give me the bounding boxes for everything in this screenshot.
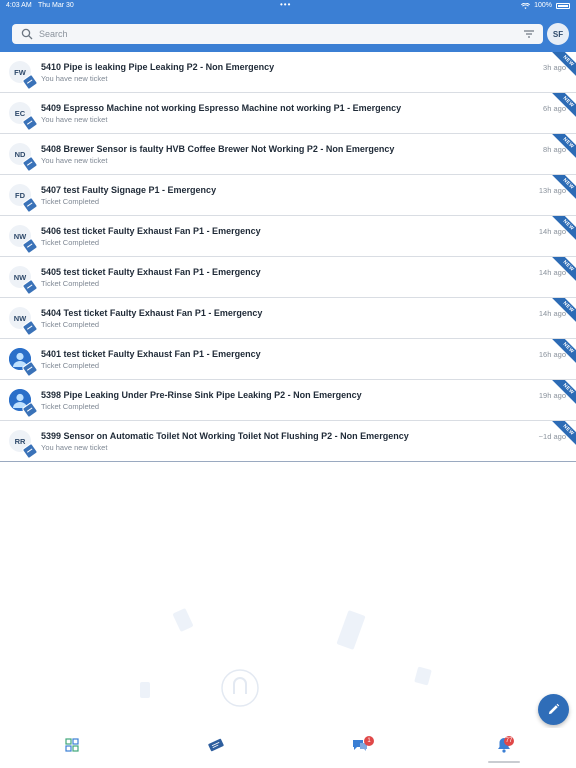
- ticket-status: You have new ticket: [41, 74, 108, 83]
- search-input[interactable]: [39, 25, 499, 43]
- status-right: 100%: [521, 0, 570, 12]
- ticket-row[interactable]: NW 5405 test ticket Faulty Exhaust Fan P1…: [0, 257, 576, 298]
- pencil-icon: [548, 703, 560, 715]
- user-avatar[interactable]: SF: [547, 23, 569, 45]
- nav-notifications[interactable]: 77: [489, 734, 519, 756]
- ticket-row[interactable]: ND 5408 Brewer Sensor is faulty HVB Coffe…: [0, 134, 576, 175]
- grid-icon: [65, 738, 79, 752]
- ticket-time: 16h ago: [538, 350, 566, 359]
- ticket-row[interactable]: NW 5406 test ticket Faulty Exhaust Fan P1…: [0, 216, 576, 257]
- compose-button[interactable]: [538, 694, 569, 725]
- ticket-row[interactable]: NW 5404 Test ticket Faulty Exhaust Fan P1…: [0, 298, 576, 339]
- ticket-title: 5407 test Faulty Signage P1 - Emergency: [41, 185, 217, 195]
- ticket-status: You have new ticket: [41, 156, 108, 165]
- ticket-title: 5409 Espresso Machine not working Espres…: [41, 103, 402, 113]
- ticket-title: 5404 Test ticket Faulty Exhaust Fan P1 -…: [41, 308, 263, 318]
- ticket-time: 3h ago: [543, 63, 566, 72]
- status-date: Thu Mar 30: [38, 2, 74, 9]
- active-tab-indicator: [488, 761, 520, 763]
- ticket-time: 14h ago: [538, 227, 566, 236]
- background-ticket-shape: [336, 610, 366, 650]
- ticket-title: 5399 Sensor on Automatic Toilet Not Work…: [41, 431, 409, 441]
- background-logo-icon: [221, 669, 259, 707]
- search-icon: [21, 28, 33, 40]
- background-ticket-shape: [414, 666, 432, 686]
- ticket-status: Ticket Completed: [41, 402, 100, 411]
- ticket-status: Ticket Completed: [41, 197, 100, 206]
- nav-tickets[interactable]: [201, 734, 231, 756]
- header: SF: [0, 12, 576, 52]
- ticket-time: 14h ago: [538, 268, 566, 277]
- ticket-status: Ticket Completed: [41, 279, 100, 288]
- ticket-time: 6h ago: [543, 104, 566, 113]
- search-bar[interactable]: [12, 24, 543, 44]
- ticket-row[interactable]: FW 5410 Pipe is leaking Pipe Leaking P2 -…: [0, 52, 576, 93]
- messages-badge: 1: [364, 736, 374, 746]
- ticket-row[interactable]: 5401 test ticket Faulty Exhaust Fan P1 -…: [0, 339, 576, 380]
- ticket-status: You have new ticket: [41, 115, 108, 124]
- background-ticket-shape: [140, 682, 150, 698]
- ticket-status: You have new ticket: [41, 443, 108, 452]
- ticket-row[interactable]: FD 5407 test Faulty Signage P1 - Emergenc…: [0, 175, 576, 216]
- ticket-time: 13h ago: [538, 186, 566, 195]
- ticket-time: ~1d ago: [538, 432, 566, 441]
- ticket-icon: [208, 738, 224, 752]
- status-time: 4:03 AM: [6, 2, 32, 9]
- ticket-title: 5398 Pipe Leaking Under Pre-Rinse Sink P…: [41, 390, 362, 400]
- status-bar: 4:03 AM Thu Mar 30 ••• 100%: [0, 0, 576, 12]
- ticket-row[interactable]: EC 5409 Espresso Machine not working Espr…: [0, 93, 576, 134]
- ticket-status: Ticket Completed: [41, 320, 100, 329]
- ticket-title: 5406 test ticket Faulty Exhaust Fan P1 -…: [41, 226, 261, 236]
- battery-percent: 100%: [534, 2, 552, 9]
- ticket-time: 14h ago: [538, 309, 566, 318]
- ticket-title: 5405 test ticket Faulty Exhaust Fan P1 -…: [41, 267, 261, 277]
- filter-icon[interactable]: [523, 28, 535, 40]
- ticket-time: 8h ago: [543, 145, 566, 154]
- nav-messages[interactable]: 1: [345, 734, 375, 756]
- ticket-status: Ticket Completed: [41, 238, 100, 247]
- ticket-status: Ticket Completed: [41, 361, 100, 370]
- ticket-row[interactable]: 5398 Pipe Leaking Under Pre-Rinse Sink P…: [0, 380, 576, 421]
- nav-dashboard[interactable]: [57, 734, 87, 756]
- ticket-title: 5401 test ticket Faulty Exhaust Fan P1 -…: [41, 349, 261, 359]
- multitasking-dots-icon[interactable]: •••: [280, 0, 291, 11]
- background-ticket-shape: [172, 607, 194, 633]
- battery-icon: [556, 3, 570, 9]
- ticket-title: 5408 Brewer Sensor is faulty HVB Coffee …: [41, 144, 395, 154]
- wifi-icon: [521, 2, 531, 9]
- ticket-row[interactable]: RR 5399 Sensor on Automatic Toilet Not Wo…: [0, 421, 576, 462]
- ticket-list: FW 5410 Pipe is leaking Pipe Leaking P2 -…: [0, 52, 576, 462]
- ticket-time: 19h ago: [538, 391, 566, 400]
- notifications-badge: 77: [504, 736, 514, 746]
- ticket-title: 5410 Pipe is leaking Pipe Leaking P2 - N…: [41, 62, 275, 72]
